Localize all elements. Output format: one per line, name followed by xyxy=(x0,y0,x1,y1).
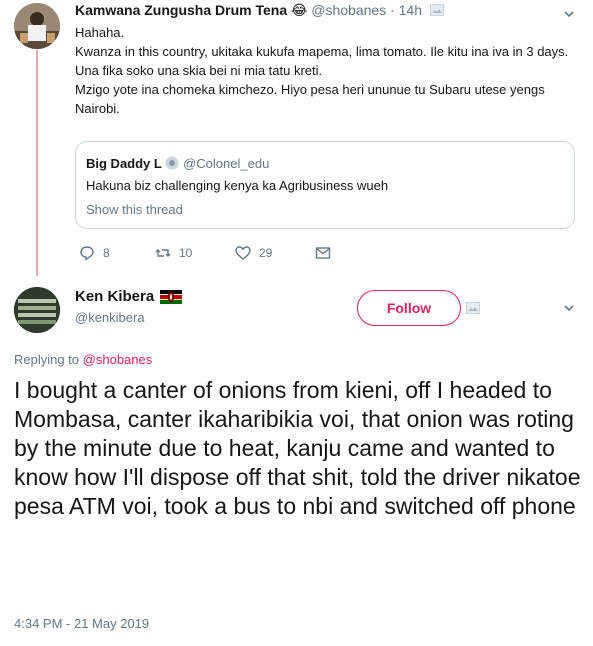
tweet-header: Kamwana Zungusha Drum Tena 😂 @shobanes ·… xyxy=(75,2,444,19)
emoji-laughing: 😂 xyxy=(291,2,308,18)
chevron-down-icon[interactable] xyxy=(563,302,575,314)
user-handle[interactable]: @kenkibera xyxy=(75,310,145,325)
avatar[interactable] xyxy=(14,3,60,49)
quoted-text: Hakuna biz challenging kenya ka Agribusi… xyxy=(86,178,389,193)
reply-action[interactable]: 8 xyxy=(79,245,110,261)
message-action[interactable] xyxy=(315,245,331,261)
like-count: 29 xyxy=(259,246,273,260)
tweet2-name-row: Ken Kibera xyxy=(75,288,183,305)
quoted-display-name: Big Daddy L xyxy=(86,156,162,171)
tweet-text: Hahaha. Kwanza in this country, ukitaka … xyxy=(75,23,580,118)
image-placeholder-icon xyxy=(466,302,480,314)
quoted-tweet[interactable]: Big Daddy L @Colonel_edu Hakuna biz chal… xyxy=(75,141,575,229)
tweet-line: Kwanza in this country, ukitaka kukufa m… xyxy=(75,44,569,78)
avatar-image xyxy=(14,287,60,333)
quoted-avatar-icon xyxy=(165,156,179,170)
chevron-down-icon[interactable] xyxy=(563,8,575,20)
replying-prefix: Replying to xyxy=(14,352,83,367)
retweet-icon xyxy=(155,249,171,257)
tweet-line: Mzigo yote ina chomeka kimchezo. Hiyo pe… xyxy=(75,82,545,116)
kenya-flag-icon xyxy=(160,289,183,304)
tweet-line: Hahaha. xyxy=(75,25,125,40)
show-thread-link[interactable]: Show this thread xyxy=(86,202,183,217)
replying-to: Replying to @shobanes xyxy=(14,352,152,367)
heart-icon xyxy=(235,246,251,260)
tweet-time[interactable]: 14h xyxy=(399,2,422,18)
user-handle[interactable]: @shobanes xyxy=(311,2,386,18)
reply-mention-link[interactable]: @shobanes xyxy=(83,352,153,367)
tweet-timestamp[interactable]: 4:34 PM - 21 May 2019 xyxy=(14,616,149,631)
tweet-text: I bought a canter of onions from kieni, … xyxy=(14,377,581,519)
display-name[interactable]: Ken Kibera xyxy=(75,288,154,305)
quoted-tweet-header: Big Daddy L @Colonel_edu xyxy=(86,156,269,171)
retweet-count: 10 xyxy=(179,246,193,260)
reply-count: 8 xyxy=(103,246,110,260)
avatar[interactable] xyxy=(14,287,60,333)
display-name[interactable]: Kamwana Zungusha Drum Tena xyxy=(75,2,287,18)
image-placeholder-icon xyxy=(429,4,444,16)
retweet-action[interactable]: 10 xyxy=(155,245,192,261)
thread-connector-line xyxy=(36,50,38,276)
like-action[interactable]: 29 xyxy=(235,245,272,261)
quoted-handle: @Colonel_edu xyxy=(183,156,270,171)
reply-icon xyxy=(80,246,94,261)
separator: · xyxy=(386,2,399,18)
envelope-icon xyxy=(315,247,331,259)
avatar-image xyxy=(14,3,60,49)
follow-button[interactable]: Follow xyxy=(357,290,461,326)
